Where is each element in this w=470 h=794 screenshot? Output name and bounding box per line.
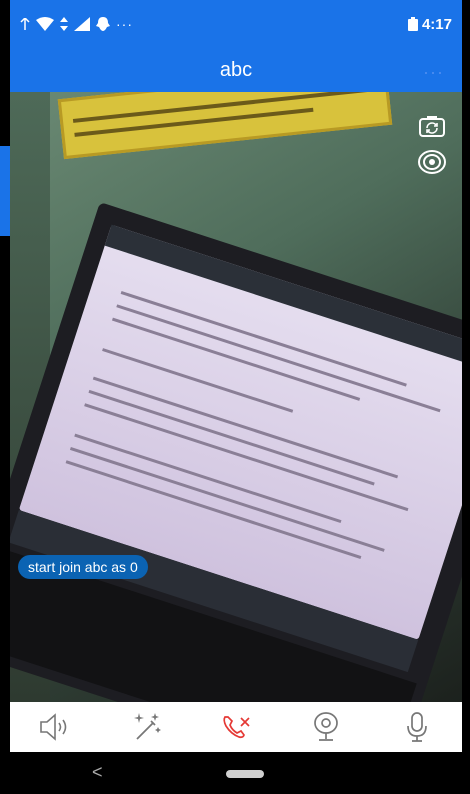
app-window: ··· 4:17 abc ··· start join abc as 0 < — [10, 0, 462, 794]
cell-signal-icon — [74, 17, 90, 31]
wifi-icon — [36, 17, 54, 31]
hangup-icon — [223, 716, 250, 739]
camera-toggle-button[interactable] — [304, 705, 348, 749]
video-sign — [57, 92, 393, 160]
microphone-icon — [406, 712, 427, 742]
page-title: abc — [219, 58, 253, 81]
hangup-button[interactable] — [214, 705, 258, 749]
call-toolbar — [10, 702, 462, 752]
more-options-button[interactable]: ··· — [423, 62, 444, 83]
status-bar: ··· 4:17 — [10, 0, 462, 48]
back-button[interactable]: < — [92, 762, 103, 783]
speaker-button[interactable] — [33, 705, 77, 749]
status-icons-left: ··· — [20, 16, 133, 32]
effects-button[interactable] — [124, 705, 168, 749]
edge-panel-handle[interactable] — [0, 146, 10, 236]
data-arrows-icon — [60, 17, 68, 31]
video-laptop — [10, 202, 462, 702]
title-bar: abc ··· — [10, 48, 462, 92]
status-icons-right: 4:17 — [407, 15, 452, 33]
navigation-bar: < — [10, 752, 462, 794]
speaker-icon — [40, 713, 67, 741]
magic-wand-icon — [133, 713, 161, 740]
record-icon[interactable] — [416, 148, 448, 176]
device-frame: ··· 4:17 abc ··· start join abc as 0 < — [0, 0, 470, 794]
join-status-toast: start join abc as 0 — [18, 555, 148, 579]
camera-icon — [314, 712, 339, 741]
home-button[interactable] — [226, 770, 264, 778]
signal-icon — [20, 18, 30, 30]
status-time: 4:17 — [421, 15, 452, 33]
microphone-button[interactable] — [395, 705, 439, 749]
snapchat-icon — [96, 17, 110, 31]
video-feed: start join abc as 0 — [10, 92, 462, 702]
battery-icon — [407, 17, 418, 31]
status-more: ··· — [116, 16, 133, 32]
camera-switch-icon[interactable] — [416, 112, 448, 140]
